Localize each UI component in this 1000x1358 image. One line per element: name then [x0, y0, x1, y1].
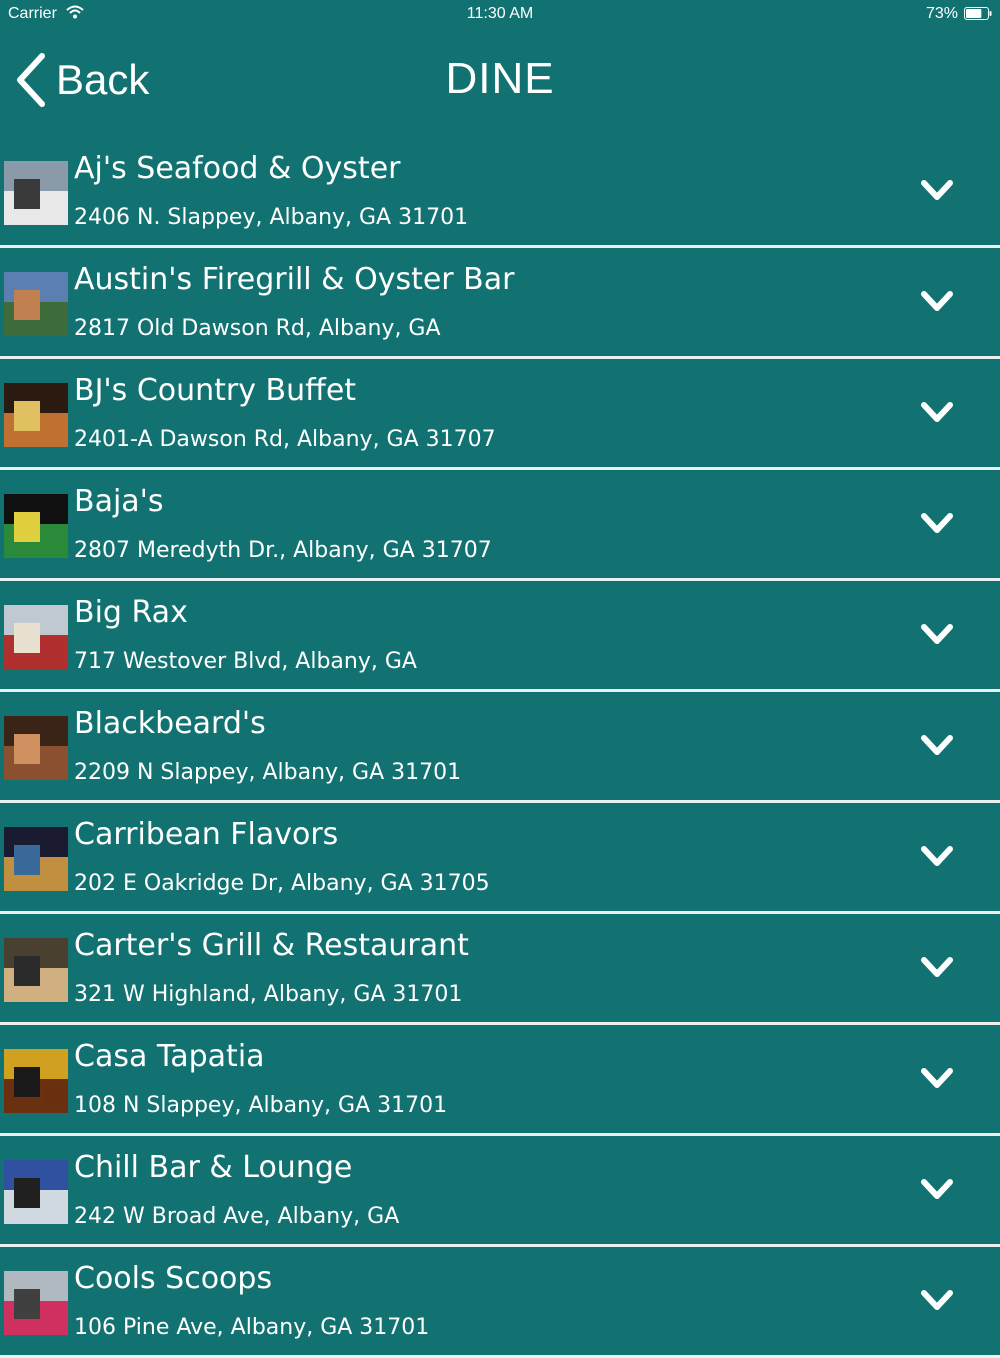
- restaurant-address: 242 W Broad Ave, Albany, GA: [74, 1204, 400, 1229]
- battery-icon: [964, 7, 992, 20]
- chevron-down-icon[interactable]: [920, 401, 954, 425]
- restaurant-name: Austin's Firegrill & Oyster Bar: [74, 262, 515, 297]
- page-title: DINE: [445, 54, 555, 103]
- chevron-down-icon[interactable]: [920, 845, 954, 869]
- list-item[interactable]: Baja's 2807 Meredyth Dr., Albany, GA 3170…: [0, 470, 1000, 581]
- chevron-down-icon[interactable]: [920, 623, 954, 647]
- restaurant-address: 321 W Highland, Albany, GA 31701: [74, 982, 463, 1007]
- restaurant-thumbnail: [4, 1271, 68, 1335]
- restaurant-address: 108 N Slappey, Albany, GA 31701: [74, 1093, 448, 1118]
- restaurant-name: Big Rax: [74, 595, 188, 630]
- list-item[interactable]: BJ's Country Buffet 2401-A Dawson Rd, Alb…: [0, 359, 1000, 470]
- restaurant-thumbnail: [4, 827, 68, 891]
- restaurant-thumbnail: [4, 272, 68, 336]
- restaurant-address: 717 Westover Blvd, Albany, GA: [74, 649, 417, 674]
- chevron-down-icon[interactable]: [920, 290, 954, 314]
- list-item[interactable]: Cools Scoops 106 Pine Ave, Albany, GA 317…: [0, 1247, 1000, 1358]
- restaurant-thumbnail: [4, 1160, 68, 1224]
- restaurant-address: 106 Pine Ave, Albany, GA 31701: [74, 1315, 430, 1340]
- chevron-down-icon[interactable]: [920, 1178, 954, 1202]
- restaurant-name: Cools Scoops: [74, 1261, 273, 1296]
- list-item[interactable]: Casa Tapatia 108 N Slappey, Albany, GA 31…: [0, 1025, 1000, 1136]
- list-item[interactable]: Chill Bar & Lounge 242 W Broad Ave, Alban…: [0, 1136, 1000, 1247]
- restaurant-address: 202 E Oakridge Dr, Albany, GA 31705: [74, 871, 490, 896]
- restaurant-address: 2807 Meredyth Dr., Albany, GA 31707: [74, 538, 492, 563]
- list-item[interactable]: Big Rax 717 Westover Blvd, Albany, GA: [0, 581, 1000, 692]
- chevron-down-icon[interactable]: [920, 734, 954, 758]
- restaurant-name: Carter's Grill & Restaurant: [74, 928, 469, 963]
- chevron-down-icon[interactable]: [920, 179, 954, 203]
- navigation-bar: Back DINE: [0, 40, 1000, 120]
- status-bar: Carrier 11:30 AM 73%: [0, 0, 1000, 30]
- restaurant-list: Aj's Seafood & Oyster 2406 N. Slappey, Al…: [0, 137, 1000, 1358]
- restaurant-name: Carribean Flavors: [74, 817, 339, 852]
- restaurant-address: 2401-A Dawson Rd, Albany, GA 31707: [74, 427, 496, 452]
- list-item[interactable]: Carter's Grill & Restaurant 321 W Highlan…: [0, 914, 1000, 1025]
- restaurant-thumbnail: [4, 161, 68, 225]
- restaurant-name: Baja's: [74, 484, 164, 519]
- list-item[interactable]: Austin's Firegrill & Oyster Bar 2817 Old …: [0, 248, 1000, 359]
- restaurant-thumbnail: [4, 494, 68, 558]
- restaurant-thumbnail: [4, 605, 68, 669]
- restaurant-name: Blackbeard's: [74, 706, 266, 741]
- restaurant-thumbnail: [4, 1049, 68, 1113]
- restaurant-address: 2817 Old Dawson Rd, Albany, GA: [74, 316, 441, 341]
- list-item[interactable]: Carribean Flavors 202 E Oakridge Dr, Alba…: [0, 803, 1000, 914]
- restaurant-address: 2209 N Slappey, Albany, GA 31701: [74, 760, 462, 785]
- restaurant-thumbnail: [4, 938, 68, 1002]
- chevron-down-icon[interactable]: [920, 1067, 954, 1091]
- restaurant-name: Aj's Seafood & Oyster: [74, 151, 401, 186]
- chevron-down-icon[interactable]: [920, 512, 954, 536]
- chevron-down-icon[interactable]: [920, 956, 954, 980]
- list-item[interactable]: Aj's Seafood & Oyster 2406 N. Slappey, Al…: [0, 137, 1000, 248]
- restaurant-address: 2406 N. Slappey, Albany, GA 31701: [74, 205, 469, 230]
- restaurant-name: Casa Tapatia: [74, 1039, 265, 1074]
- status-time: 11:30 AM: [466, 5, 534, 22]
- restaurant-name: BJ's Country Buffet: [74, 373, 357, 408]
- battery-percent: 73%: [925, 5, 958, 22]
- restaurant-name: Chill Bar & Lounge: [74, 1150, 353, 1185]
- restaurant-thumbnail: [4, 383, 68, 447]
- list-item[interactable]: Blackbeard's 2209 N Slappey, Albany, GA 3…: [0, 692, 1000, 803]
- restaurant-thumbnail: [4, 716, 68, 780]
- chevron-down-icon[interactable]: [920, 1289, 954, 1313]
